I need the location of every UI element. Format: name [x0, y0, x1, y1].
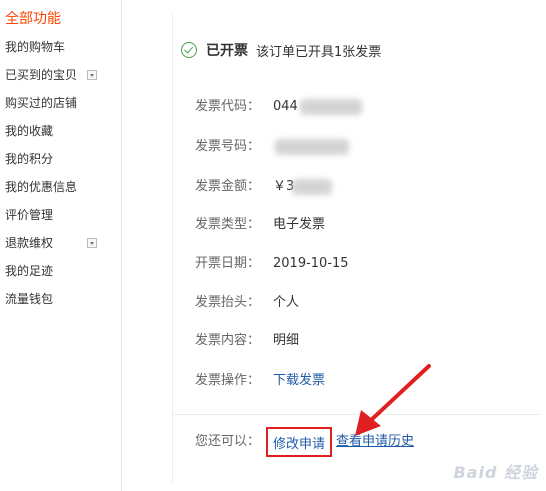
invoice-type-label: 发票类型：	[195, 217, 261, 232]
sidebar-item-data-wallet[interactable]: 流量钱包	[5, 290, 53, 308]
invoice-code-value: 044	[273, 99, 298, 114]
redacted-amount	[292, 179, 332, 195]
invoice-status: 已开票 该订单已开具1张发票	[181, 40, 381, 60]
chevron-down-icon[interactable]	[87, 238, 97, 248]
download-invoice-link[interactable]: 下载发票	[273, 372, 325, 390]
sidebar-item-reviews[interactable]: 评价管理	[5, 206, 53, 224]
redacted-number	[275, 139, 349, 155]
sidebar: 全部功能 我的购物车 已买到的宝贝 购买过的店铺 我的收藏 我的积分 我的优惠信…	[0, 0, 122, 491]
invoice-content-value: 明细	[273, 333, 300, 348]
invoice-header-label: 发票抬头：	[195, 295, 261, 310]
edit-application-label: 修改申请	[272, 436, 325, 452]
invoice-content-label: 发票内容：	[195, 333, 261, 348]
watermark-logo-icon: Baid 经验	[453, 463, 538, 482]
invoice-type-value: 电子发票	[273, 217, 326, 232]
sidebar-item-refunds[interactable]: 退款维权	[5, 234, 53, 252]
sidebar-item-footprints[interactable]: 我的足迹	[5, 262, 53, 280]
invoice-amount-label: 发票金额：	[195, 179, 261, 194]
invoice-date-value: 2019-10-15	[273, 256, 349, 271]
chevron-down-icon[interactable]	[87, 70, 97, 80]
redacted-code	[300, 99, 362, 115]
sidebar-item-bought[interactable]: 已买到的宝贝	[5, 66, 77, 84]
annotation-arrow-icon	[355, 364, 431, 436]
invoice-code-label: 发票代码：	[195, 99, 261, 114]
sidebar-item-cart[interactable]: 我的购物车	[5, 38, 65, 56]
sidebar-title: 全部功能	[5, 11, 61, 27]
sidebar-item-shops[interactable]: 购买过的店铺	[5, 94, 77, 112]
invoice-date-label: 开票日期：	[195, 256, 261, 271]
sidebar-item-favorites[interactable]: 我的收藏	[5, 122, 53, 140]
invoice-header-value: 个人	[273, 295, 300, 310]
sidebar-item-points[interactable]: 我的积分	[5, 150, 53, 168]
invoice-action-label: 发票操作：	[195, 373, 261, 388]
invoice-number-label: 发票号码：	[195, 139, 261, 154]
edit-application-link[interactable]: 修改申请	[266, 427, 332, 457]
sidebar-item-coupons[interactable]: 我的优惠信息	[5, 178, 77, 196]
status-title: 已开票	[206, 43, 248, 59]
check-circle-icon	[181, 42, 197, 58]
status-description: 该订单已开具1张发票	[256, 44, 382, 60]
also-label: 您还可以：	[195, 434, 261, 449]
